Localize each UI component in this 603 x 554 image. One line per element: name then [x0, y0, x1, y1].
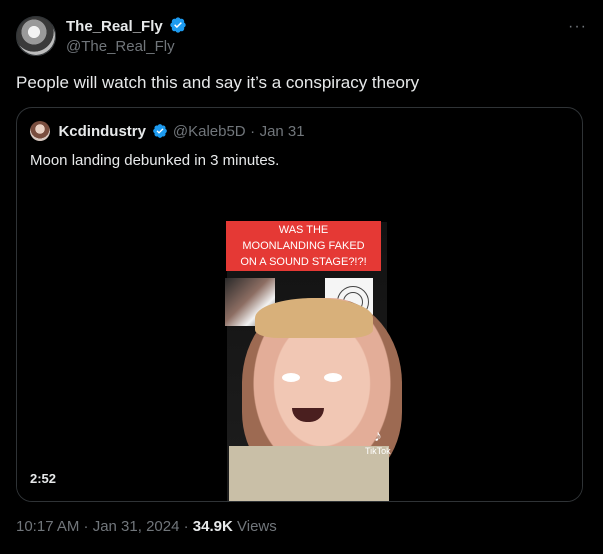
separator-dot: · — [250, 123, 256, 140]
video-duration: 2:52 — [30, 471, 57, 486]
quoted-tweet-date[interactable]: Jan 31 — [260, 123, 305, 140]
caption-line-1: WAS THE — [278, 224, 329, 236]
author-handle[interactable]: @The_Real_Fly — [66, 37, 187, 57]
views-label: Views — [237, 518, 277, 535]
more-options-icon[interactable]: ··· — [568, 18, 587, 36]
speaker-left-eye — [282, 373, 300, 382]
tiktok-watermark: ♪ TikTok — [365, 428, 391, 456]
verified-badge-icon — [170, 17, 186, 33]
quoted-tweet-header: Kcdindustry @Kaleb5D · Jan 31 — [30, 121, 305, 143]
tweet-text: People will watch this and say it’s a co… — [16, 73, 420, 92]
video-player[interactable]: WAS THE MOONLANDING FAKED ON A SOUND STA… — [17, 180, 582, 501]
tiktok-logo-icon: ♪ — [373, 428, 382, 445]
quoted-author-avatar[interactable] — [30, 121, 50, 141]
caption-line-3: ON A SOUND STAGE?!?! — [240, 256, 367, 268]
author-info: The_Real_Fly @The_Real_Fly — [66, 16, 187, 57]
views-count: 34.9K — [192, 518, 233, 535]
tiktok-label: TikTok — [365, 446, 391, 456]
tweet-timestamp[interactable]: 10:17 AM · Jan 31, 2024 — [16, 518, 179, 535]
author-name[interactable]: The_Real_Fly — [66, 18, 163, 35]
author-name-row[interactable]: The_Real_Fly — [66, 16, 187, 37]
video-caption: WAS THE MOONLANDING FAKED ON A SOUND STA… — [226, 221, 381, 271]
quoted-author-handle[interactable]: @Kaleb5D — [173, 123, 246, 140]
separator-dot: · — [183, 518, 189, 535]
quoted-tweet-text: Moon landing debunked in 3 minutes. — [30, 152, 280, 169]
tweet-footer: 10:17 AM · Jan 31, 2024 · 34.9K Views — [16, 518, 277, 535]
caption-line-2: MOONLANDING FAKED — [242, 240, 365, 252]
speaker-right-eye — [324, 373, 342, 382]
quoted-author-name[interactable]: Kcdindustry — [58, 123, 146, 140]
speaker-hair — [255, 298, 373, 338]
quoted-tweet[interactable]: Kcdindustry @Kaleb5D · Jan 31 Moon landi… — [16, 107, 583, 502]
tweet-header: The_Real_Fly @The_Real_Fly ··· — [16, 12, 587, 60]
verified-badge-icon — [153, 124, 168, 138]
author-avatar[interactable] — [16, 16, 56, 56]
